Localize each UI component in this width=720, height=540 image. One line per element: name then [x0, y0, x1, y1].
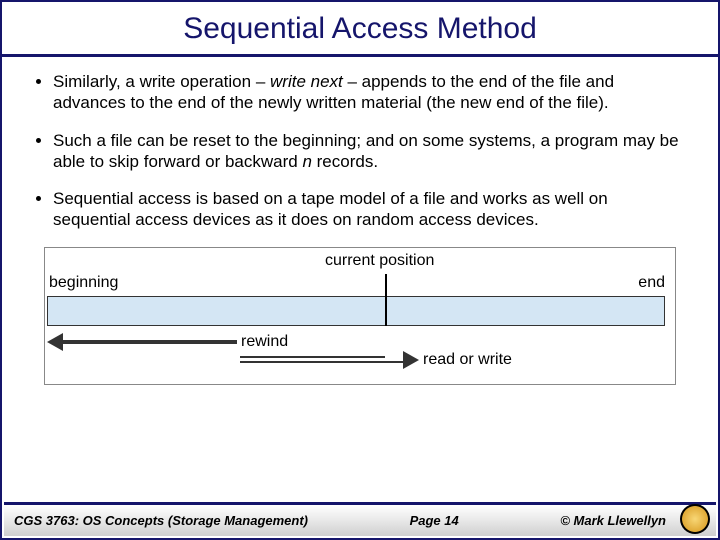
bullet-text: Similarly, a write operation – write nex…	[53, 71, 684, 114]
end-label: end	[638, 274, 665, 292]
bullet-item: Such a file can be reset to the beginnin…	[36, 130, 684, 173]
bullet-dot-icon	[36, 196, 41, 201]
tape-bar	[47, 296, 665, 326]
title-bar: Sequential Access Method	[2, 2, 718, 57]
readwrite-label: read or write	[423, 351, 512, 369]
ucf-logo-icon	[680, 504, 710, 534]
content-area: Similarly, a write operation – write nex…	[2, 57, 718, 385]
bullet-dot-icon	[36, 79, 41, 84]
readwrite-line	[240, 356, 385, 358]
readwrite-arrow-icon	[403, 351, 419, 369]
slide: Sequential Access Method Similarly, a wr…	[0, 0, 720, 540]
bullet-item: Similarly, a write operation – write nex…	[36, 71, 684, 114]
current-position-label: current position	[325, 252, 434, 270]
bullet-dot-icon	[36, 138, 41, 143]
bullet-text: Sequential access is based on a tape mod…	[53, 188, 684, 231]
bullet-item: Sequential access is based on a tape mod…	[36, 188, 684, 231]
current-position-marker	[385, 274, 387, 326]
slide-footer: CGS 3763: OS Concepts (Storage Managemen…	[4, 502, 716, 536]
tape-diagram: current position beginning end rewind re…	[44, 247, 676, 385]
bullet-text: Such a file can be reset to the beginnin…	[53, 130, 684, 173]
rewind-label: rewind	[241, 333, 288, 351]
footer-page: Page 14	[308, 513, 560, 528]
slide-title: Sequential Access Method	[2, 12, 718, 46]
footer-copyright: © Mark Llewellyn	[560, 513, 666, 528]
readwrite-line	[240, 361, 410, 363]
beginning-label: beginning	[49, 274, 118, 292]
rewind-line	[57, 340, 237, 344]
footer-course: CGS 3763: OS Concepts (Storage Managemen…	[14, 513, 308, 528]
